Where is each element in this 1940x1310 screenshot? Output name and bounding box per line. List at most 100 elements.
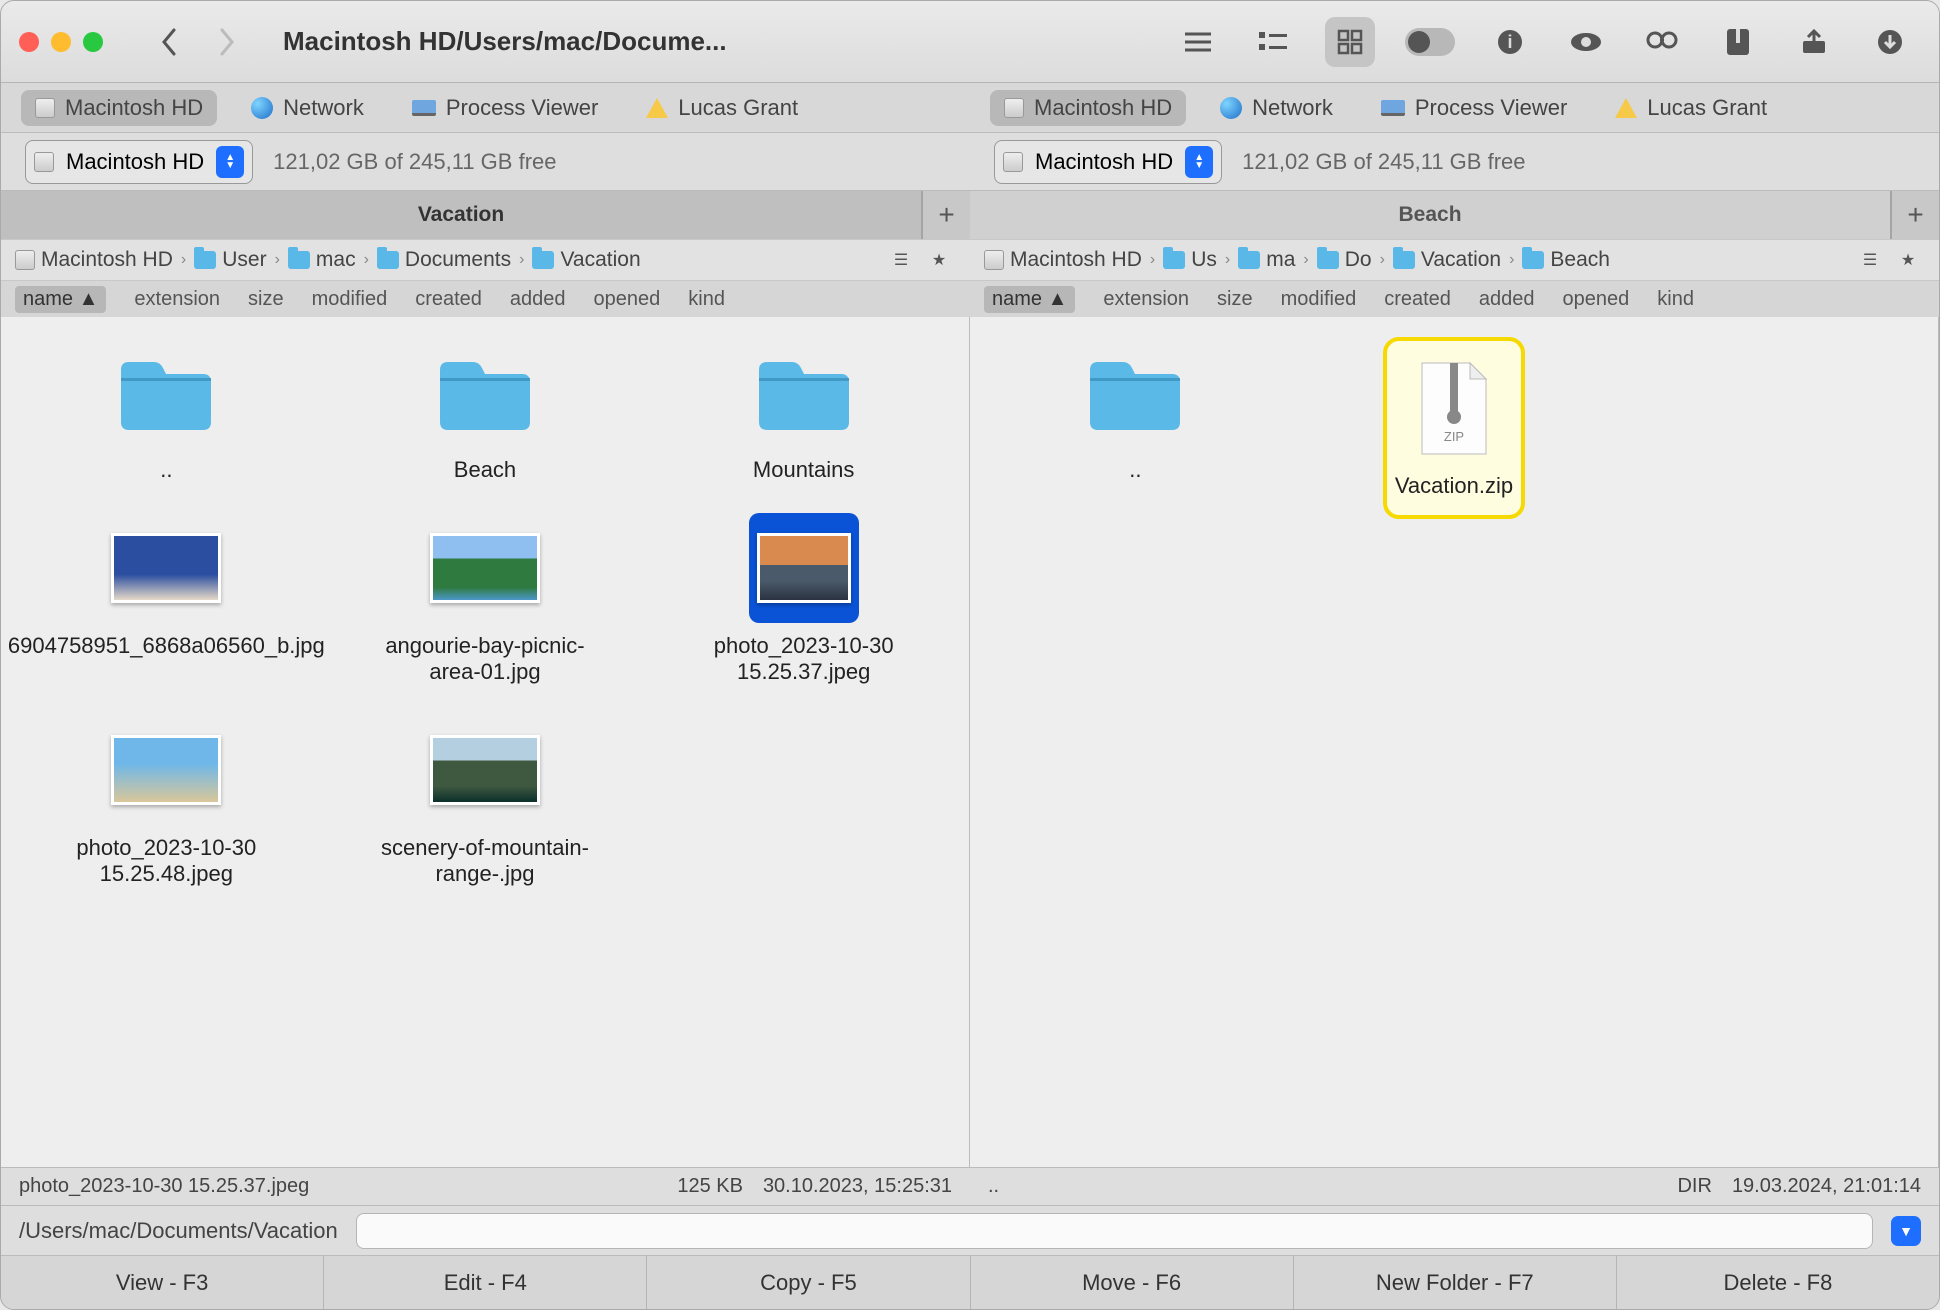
breadcrumb-segment[interactable]: Vacation [532, 248, 640, 272]
folder-icon [1080, 337, 1190, 447]
command-dropdown-icon[interactable]: ▼ [1891, 1216, 1921, 1246]
breadcrumb-segment[interactable]: User [194, 248, 266, 272]
column-opened[interactable]: opened [1563, 288, 1630, 311]
back-button[interactable] [147, 20, 191, 64]
list-toggle-icon[interactable]: ☰ [1853, 245, 1887, 275]
breadcrumb-segment[interactable]: Vacation [1393, 248, 1501, 272]
archive-icon[interactable] [1713, 17, 1763, 67]
svg-text:ZIP: ZIP [1444, 429, 1464, 444]
folder-icon [430, 337, 540, 447]
folder-icon [377, 251, 399, 269]
column-modified[interactable]: modified [1281, 288, 1357, 311]
zip-icon: ZIP [1399, 353, 1509, 463]
view-grid-icon[interactable] [1325, 17, 1375, 67]
location-network[interactable]: Network [237, 90, 378, 126]
folder-icon [1317, 251, 1339, 269]
column-name[interactable]: name ▲ [15, 286, 106, 313]
tab-left-active[interactable]: Vacation [1, 191, 922, 239]
fn-button[interactable]: Copy - F5 [647, 1256, 970, 1309]
breadcrumb-segment[interactable]: Beach [1522, 248, 1610, 272]
fn-button[interactable]: Edit - F4 [324, 1256, 647, 1309]
column-added[interactable]: added [510, 288, 566, 311]
free-space-right: 121,02 GB of 245,11 GB free [1242, 149, 1525, 175]
file-name: photo_2023-10-30 15.25.37.jpeg [684, 633, 924, 685]
volume-selector-right[interactable]: Macintosh HD ▲▼ [994, 140, 1222, 184]
file-item[interactable]: .. [46, 337, 286, 483]
location-lucas grant[interactable]: Lucas Grant [1601, 90, 1781, 126]
download-icon[interactable] [1865, 17, 1915, 67]
column-opened[interactable]: opened [594, 288, 661, 311]
location-label: Process Viewer [446, 95, 598, 121]
pane-right[interactable]: .. ZIPVacation.zip [970, 317, 1939, 1167]
forward-button[interactable] [205, 20, 249, 64]
file-item[interactable]: Beach [365, 337, 605, 483]
titlebar: Macintosh HD/Users/mac/Docume... i [1, 1, 1939, 83]
location-macintosh hd[interactable]: Macintosh HD [990, 90, 1186, 126]
breadcrumb-segment[interactable]: Macintosh HD [15, 248, 173, 272]
breadcrumb-segment[interactable]: mac [288, 248, 356, 272]
column-extension[interactable]: extension [1103, 288, 1189, 311]
view-list-icon[interactable] [1173, 17, 1223, 67]
minimize-window-button[interactable] [51, 32, 71, 52]
column-size[interactable]: size [248, 288, 284, 311]
quicklook-icon[interactable] [1561, 17, 1611, 67]
chevron-right-icon: › [1150, 251, 1155, 269]
search-icon[interactable] [1637, 17, 1687, 67]
fn-button[interactable]: Delete - F8 [1617, 1256, 1939, 1309]
view-columns-icon[interactable] [1249, 17, 1299, 67]
volume-selector-left[interactable]: Macintosh HD ▲▼ [25, 140, 253, 184]
close-window-button[interactable] [19, 32, 39, 52]
tab-add-right[interactable]: + [1891, 191, 1939, 239]
file-name: scenery-of-mountain-range-.jpg [365, 835, 605, 887]
share-icon[interactable] [1789, 17, 1839, 67]
location-process viewer[interactable]: Process Viewer [1367, 90, 1581, 126]
folder-icon [1163, 251, 1185, 269]
breadcrumb-segment[interactable]: Macintosh HD [984, 248, 1142, 272]
command-input[interactable] [356, 1213, 1873, 1249]
folder-icon [1522, 251, 1544, 269]
info-icon[interactable]: i [1485, 17, 1535, 67]
breadcrumb-segment[interactable]: Documents [377, 248, 511, 272]
favorite-icon[interactable]: ★ [922, 245, 956, 275]
location-lucas grant[interactable]: Lucas Grant [632, 90, 812, 126]
hd-icon [1004, 98, 1024, 118]
fn-button[interactable]: View - F3 [1, 1256, 324, 1309]
file-item[interactable]: angourie-bay-picnic-area-01.jpg [365, 513, 605, 685]
column-kind[interactable]: kind [1657, 288, 1694, 311]
file-item[interactable]: Mountains [684, 337, 924, 483]
column-size[interactable]: size [1217, 288, 1253, 311]
column-name[interactable]: name ▲ [984, 286, 1075, 313]
breadcrumb-segment[interactable]: Us [1163, 248, 1217, 272]
column-created[interactable]: created [1384, 288, 1451, 311]
window-title: Macintosh HD/Users/mac/Docume... [283, 26, 727, 57]
pane-left[interactable]: .. Beach Mountains 6904758951_6868a06560_b.… [1, 317, 970, 1167]
column-modified[interactable]: modified [312, 288, 388, 311]
chevron-right-icon: › [1303, 251, 1308, 269]
file-name: angourie-bay-picnic-area-01.jpg [365, 633, 605, 685]
list-toggle-icon[interactable]: ☰ [884, 245, 918, 275]
breadcrumb-segment[interactable]: Do [1317, 248, 1372, 272]
favorite-icon[interactable]: ★ [1891, 245, 1925, 275]
column-created[interactable]: created [415, 288, 482, 311]
fn-button[interactable]: New Folder - F7 [1294, 1256, 1617, 1309]
file-item[interactable]: scenery-of-mountain-range-.jpg [365, 715, 605, 887]
location-network[interactable]: Network [1206, 90, 1347, 126]
location-macintosh hd[interactable]: Macintosh HD [21, 90, 217, 126]
file-item[interactable]: photo_2023-10-30 15.25.48.jpeg [46, 715, 286, 887]
column-extension[interactable]: extension [134, 288, 220, 311]
location-process viewer[interactable]: Process Viewer [398, 90, 612, 126]
column-added[interactable]: added [1479, 288, 1535, 311]
command-path: /Users/mac/Documents/Vacation [19, 1218, 338, 1244]
file-item[interactable]: .. [1015, 337, 1255, 519]
fn-button[interactable]: Move - F6 [971, 1256, 1294, 1309]
location-label: Lucas Grant [1647, 95, 1767, 121]
column-kind[interactable]: kind [688, 288, 725, 311]
zoom-window-button[interactable] [83, 32, 103, 52]
tab-right-active[interactable]: Beach [970, 191, 1891, 239]
file-item[interactable]: 6904758951_6868a06560_b.jpg [46, 513, 286, 685]
file-item[interactable]: ZIPVacation.zip [1383, 337, 1525, 519]
hidden-files-toggle[interactable] [1405, 28, 1455, 56]
file-item[interactable]: photo_2023-10-30 15.25.37.jpeg [684, 513, 924, 685]
breadcrumb-segment[interactable]: ma [1238, 248, 1295, 272]
tab-add-left[interactable]: + [922, 191, 970, 239]
